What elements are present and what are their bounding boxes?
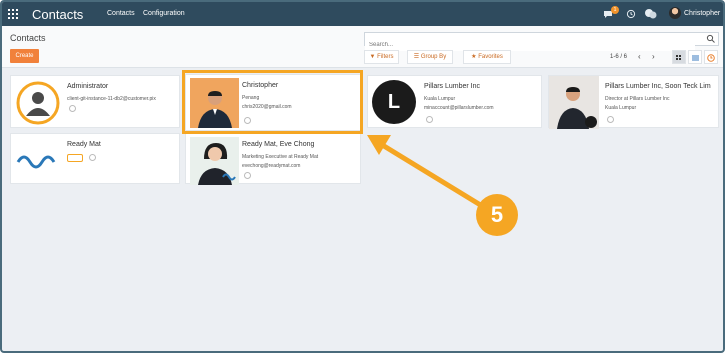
contact-card[interactable]: Ready Mat	[10, 133, 180, 184]
user-name[interactable]: Christopher	[684, 10, 720, 17]
contact-name: Pillars Lumber Inc	[424, 83, 481, 90]
contact-name: Administrator	[67, 83, 109, 90]
contact-city: Kuala Lumpur	[605, 105, 637, 111]
contact-city: Kuala Lumpur	[424, 96, 456, 102]
activity-icon[interactable]	[244, 172, 251, 179]
favorites-label: Favorites	[478, 54, 503, 60]
contact-title: Director at Pillars Lumber Inc	[605, 96, 670, 102]
highlight-box	[182, 70, 363, 134]
breadcrumb: Contacts	[10, 33, 46, 43]
discuss-icon[interactable]	[644, 8, 658, 20]
contact-name: Ready Mat	[67, 141, 101, 148]
menu-contacts[interactable]: Contacts	[107, 10, 135, 17]
contact-email: client-git-instance-11-db2@customer.pix	[67, 96, 156, 102]
contact-photo	[549, 76, 599, 129]
activity-icon[interactable]	[426, 116, 433, 123]
list-icon	[692, 55, 699, 61]
top-navbar: Contacts Contacts Configuration 1 Christ…	[2, 2, 723, 26]
pager-previous-icon[interactable]: ‹	[638, 52, 641, 61]
notification-badge: 1	[611, 6, 619, 14]
app-title: Contacts	[32, 7, 84, 22]
search-icon[interactable]	[706, 34, 715, 43]
contact-email: minaccount@pillarslumber.com	[424, 105, 494, 111]
contact-card[interactable]: Pillars Lumber Inc, Soon Teck Lim Direct…	[548, 75, 719, 129]
activity-icon[interactable]	[89, 154, 96, 161]
app-window: Contacts Contacts Configuration 1 Christ…	[0, 0, 725, 353]
kanban-view-button[interactable]	[672, 50, 686, 64]
annotation-arrow-icon	[367, 135, 490, 212]
activity-icon[interactable]	[607, 116, 614, 123]
group-by-button[interactable]: ☰ Group By	[407, 50, 453, 64]
contact-card[interactable]: Administrator client-git-instance-11-db2…	[10, 75, 180, 128]
create-button[interactable]: Create	[10, 49, 39, 63]
list-view-button[interactable]	[688, 50, 702, 64]
step-number-badge: 5	[476, 194, 518, 236]
person-photo-icon	[557, 87, 597, 129]
group-by-icon: ☰	[413, 54, 420, 60]
activity-view-button[interactable]	[704, 50, 718, 64]
contact-photo	[190, 137, 239, 185]
star-icon: ★	[471, 54, 477, 60]
contact-email: evechong@readymat.com	[242, 163, 301, 169]
group-by-label: Group By	[420, 54, 447, 60]
user-avatar[interactable]	[669, 7, 681, 19]
activity-clock-icon	[707, 54, 715, 62]
apps-menu-icon[interactable]	[8, 9, 18, 19]
filters-label: Filters	[377, 54, 394, 60]
pager-value[interactable]: 1-6 / 6	[610, 54, 627, 60]
contact-name: Ready Mat, Eve Chong	[242, 141, 315, 148]
kanban-icon	[676, 55, 681, 60]
search-box	[364, 32, 719, 51]
tag-badge[interactable]	[67, 154, 83, 162]
pager-next-icon[interactable]: ›	[652, 52, 655, 61]
contact-title: Marketing Executive at Ready Mat	[242, 154, 319, 160]
activity-icon[interactable]	[69, 105, 76, 112]
company-letter-avatar: L	[372, 80, 416, 124]
filters-button[interactable]: ▼ Filters	[364, 50, 399, 64]
contact-name: Pillars Lumber Inc, Soon Teck Lim	[605, 83, 711, 90]
clock-icon[interactable]	[626, 9, 636, 19]
filter-icon: ▼	[369, 54, 376, 60]
contact-card[interactable]: L Pillars Lumber Inc Kuala Lumpur minacc…	[367, 75, 542, 128]
menu-configuration[interactable]: Configuration	[143, 10, 185, 17]
control-panel: Contacts Create ▼ Filters ☰ Group By ★ F…	[2, 26, 723, 68]
contact-card[interactable]: Ready Mat, Eve Chong Marketing Executive…	[185, 133, 361, 185]
person-photo-icon	[198, 143, 236, 185]
ready-mat-logo-icon	[16, 155, 56, 169]
favorites-button[interactable]: ★ Favorites	[463, 50, 511, 64]
default-avatar-icon	[16, 81, 60, 125]
